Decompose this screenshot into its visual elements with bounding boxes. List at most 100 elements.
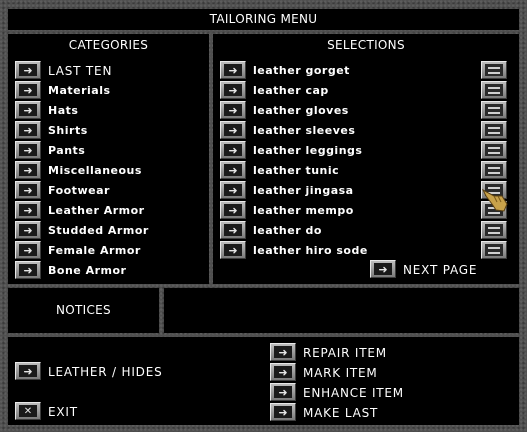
selection-item[interactable]: ➜ leather gorget <box>213 60 519 80</box>
category-item[interactable]: ➜ Materials <box>8 80 209 100</box>
selection-info-button[interactable] <box>481 61 507 79</box>
mark-item-label: MARK ITEM <box>303 366 378 380</box>
category-label: Leather Armor <box>48 204 145 217</box>
selection-item[interactable]: ➜ leather leggings <box>213 140 519 160</box>
arrow-right-icon: ➜ <box>228 203 238 217</box>
category-select-button[interactable]: ➜ <box>15 101 41 119</box>
selection-info-button[interactable] <box>481 161 507 179</box>
info-gump-icon <box>488 146 500 154</box>
info-gump-icon <box>488 226 500 234</box>
arrow-right-icon: ➜ <box>23 223 33 237</box>
category-select-button[interactable]: ➜ <box>15 61 41 79</box>
arrow-right-icon: ➜ <box>23 183 33 197</box>
arrow-right-icon: ➜ <box>23 163 33 177</box>
info-gump-icon <box>488 106 500 114</box>
category-select-button[interactable]: ➜ <box>15 81 41 99</box>
enhance-item-label: ENHANCE ITEM <box>303 386 404 400</box>
window-title: TAILORING MENU <box>209 12 318 26</box>
selection-item[interactable]: ➜ leather hiro sode <box>213 240 519 260</box>
category-item[interactable]: ➜ Female Armor <box>8 240 209 260</box>
category-label: Shirts <box>48 124 88 137</box>
category-item[interactable]: ➜ LAST TEN <box>8 60 209 80</box>
selection-make-button[interactable]: ➜ <box>220 101 246 119</box>
category-item[interactable]: ➜ Leather Armor <box>8 200 209 220</box>
selection-make-button[interactable]: ➜ <box>220 181 246 199</box>
category-item[interactable]: ➜ Footwear <box>8 180 209 200</box>
arrow-right-icon: ➜ <box>378 262 388 276</box>
arrow-right-icon: ➜ <box>228 83 238 97</box>
selection-item[interactable]: ➜ leather do <box>213 220 519 240</box>
make-last-button[interactable]: ➜ <box>270 403 296 421</box>
arrow-right-icon: ➜ <box>278 365 288 379</box>
category-item[interactable]: ➜ Miscellaneous <box>8 160 209 180</box>
gauntlet-cursor-icon <box>481 188 508 212</box>
selection-item[interactable]: ➜ leather tunic <box>213 160 519 180</box>
category-select-button[interactable]: ➜ <box>15 141 41 159</box>
repair-item-button[interactable]: ➜ <box>270 343 296 361</box>
category-select-button[interactable]: ➜ <box>15 241 41 259</box>
title-bar: TAILORING MENU <box>8 9 519 30</box>
arrow-right-icon: ➜ <box>228 223 238 237</box>
category-label: Materials <box>48 84 111 97</box>
info-gump-icon <box>488 126 500 134</box>
category-label: LAST TEN <box>48 64 113 78</box>
category-select-button[interactable]: ➜ <box>15 201 41 219</box>
selection-info-button[interactable] <box>481 241 507 259</box>
category-select-button[interactable]: ➜ <box>15 161 41 179</box>
selection-item[interactable]: ➜ leather sleeves <box>213 120 519 140</box>
category-select-button[interactable]: ➜ <box>15 181 41 199</box>
material-label: LEATHER / HIDES <box>48 365 163 379</box>
selection-label: leather mempo <box>253 204 354 217</box>
exit-button[interactable]: ✕ <box>15 402 41 420</box>
arrow-right-icon: ➜ <box>23 103 33 117</box>
category-label: Pants <box>48 144 86 157</box>
selections-panel: SELECTIONS ➜ leather gorget ➜ leather ca… <box>213 34 519 284</box>
category-select-button[interactable]: ➜ <box>15 121 41 139</box>
mark-item-button[interactable]: ➜ <box>270 363 296 381</box>
category-label: Footwear <box>48 184 110 197</box>
category-label: Miscellaneous <box>48 164 142 177</box>
selection-item[interactable]: ➜ leather mempo <box>213 200 519 220</box>
selection-make-button[interactable]: ➜ <box>220 141 246 159</box>
selection-info-button[interactable] <box>481 101 507 119</box>
selection-make-button[interactable]: ➜ <box>220 121 246 139</box>
arrow-right-icon: ➜ <box>23 203 33 217</box>
selection-make-button[interactable]: ➜ <box>220 201 246 219</box>
arrow-right-icon: ➜ <box>23 83 33 97</box>
category-item[interactable]: ➜ Pants <box>8 140 209 160</box>
selection-info-button[interactable] <box>481 221 507 239</box>
selection-make-button[interactable]: ➜ <box>220 81 246 99</box>
selection-info-button[interactable] <box>481 81 507 99</box>
category-select-button[interactable]: ➜ <box>15 221 41 239</box>
category-item[interactable]: ➜ Hats <box>8 100 209 120</box>
selection-info-button[interactable] <box>481 141 507 159</box>
arrow-right-icon: ➜ <box>228 163 238 177</box>
selection-info-button[interactable] <box>481 121 507 139</box>
category-item[interactable]: ➜ Shirts <box>8 120 209 140</box>
selection-make-button[interactable]: ➜ <box>220 61 246 79</box>
selection-make-button[interactable]: ➜ <box>220 221 246 239</box>
next-page-label: NEXT PAGE <box>403 263 478 277</box>
selection-make-button[interactable]: ➜ <box>220 241 246 259</box>
notices-text <box>164 288 519 300</box>
selection-item[interactable]: ➜ leather gloves <box>213 100 519 120</box>
categories-panel: CATEGORIES ➜ LAST TEN ➜ Materials ➜ Hats… <box>8 34 209 284</box>
info-gump-icon <box>488 246 500 254</box>
enhance-item-button[interactable]: ➜ <box>270 383 296 401</box>
category-label: Hats <box>48 104 79 117</box>
arrow-right-icon: ➜ <box>228 63 238 77</box>
selection-item[interactable]: ➜ leather jingasa <box>213 180 519 200</box>
selection-label: leather sleeves <box>253 124 356 137</box>
x-close-icon: ✕ <box>23 405 33 417</box>
selection-make-button[interactable]: ➜ <box>220 161 246 179</box>
category-label: Studded Armor <box>48 224 149 237</box>
notices-title: NOTICES <box>56 303 111 317</box>
category-item[interactable]: ➜ Studded Armor <box>8 220 209 240</box>
arrow-right-icon: ➜ <box>23 123 33 137</box>
selection-item[interactable]: ➜ leather cap <box>213 80 519 100</box>
selection-label: leather do <box>253 224 322 237</box>
material-button[interactable]: ➜ <box>15 362 41 380</box>
next-page-button[interactable]: ➜ <box>370 260 396 278</box>
category-item[interactable]: ➜ Bone Armor <box>8 260 209 280</box>
category-select-button[interactable]: ➜ <box>15 261 41 279</box>
